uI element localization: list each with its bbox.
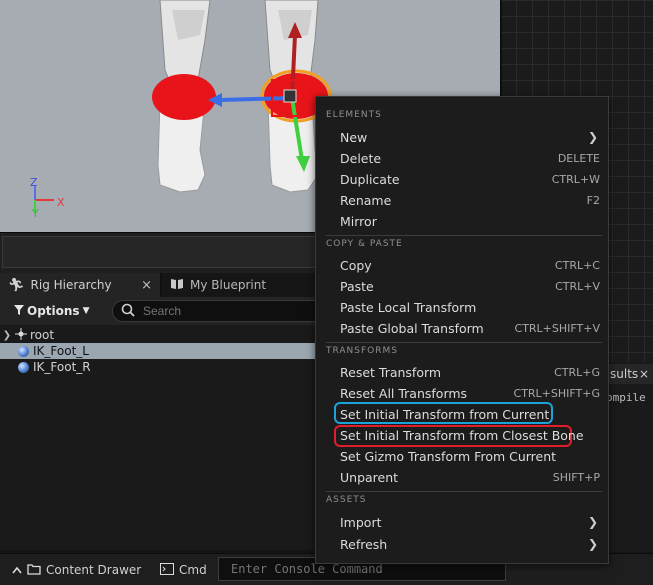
- terminal-icon: [160, 562, 174, 578]
- tree-item-root[interactable]: ❯ root: [0, 327, 330, 343]
- menu-item-paste-global-transform[interactable]: Paste Global Transform CTRL+SHIFT+V: [340, 318, 602, 338]
- menu-item-label: Delete: [340, 150, 382, 166]
- menu-item-label: Reset All Transforms: [340, 385, 468, 401]
- menu-item-label: Unparent: [340, 469, 399, 485]
- chevron-down-icon: ▼: [82, 306, 90, 316]
- menu-separator: [326, 491, 602, 492]
- chevron-right-icon: ❯: [587, 537, 598, 551]
- content-drawer-button[interactable]: Content Drawer: [12, 560, 141, 580]
- section-title-copy-paste: COPY & PASTE: [326, 239, 403, 249]
- menu-item-shortcut: F2: [586, 193, 600, 207]
- menu-item-mirror[interactable]: Mirror: [340, 211, 602, 231]
- null-icon: [14, 327, 30, 344]
- menu-item-duplicate[interactable]: Duplicate CTRL+W: [340, 169, 602, 189]
- menu-item-delete[interactable]: Delete DELETE: [340, 148, 602, 168]
- axis-z-label: Z: [30, 176, 38, 189]
- menu-item-label: Paste Global Transform: [340, 320, 484, 336]
- menu-item-label: Duplicate: [340, 171, 400, 187]
- options-button[interactable]: Options ▼: [14, 301, 90, 321]
- tree-item-ik-foot-l[interactable]: IK_Foot_L: [0, 343, 330, 359]
- menu-item-set-gizmo-transform-from-current[interactable]: Set Gizmo Transform From Current: [340, 446, 602, 466]
- menu-item-new[interactable]: New ❯: [340, 127, 602, 147]
- menu-item-shortcut: CTRL+W: [551, 172, 600, 186]
- cmd-button[interactable]: Cmd: [160, 560, 207, 580]
- tab-label: Rig Hierarchy: [30, 278, 112, 292]
- tree-item-label: root: [30, 328, 55, 342]
- section-title-transforms: TRANSFORMS: [326, 346, 398, 356]
- menu-item-unparent[interactable]: Unparent SHIFT+P: [340, 467, 602, 487]
- cmd-label: Cmd: [179, 563, 207, 577]
- tab-my-blueprint[interactable]: My Blueprint: [162, 273, 322, 297]
- menu-item-shortcut: CTRL+SHIFT+G: [513, 386, 600, 400]
- menu-item-paste[interactable]: Paste CTRL+V: [340, 276, 602, 296]
- tree-item-label: IK_Foot_R: [33, 360, 91, 374]
- menu-item-label: Paste: [340, 278, 374, 294]
- running-figure-icon: 🏃︎: [8, 277, 25, 293]
- menu-item-label: Reset Transform: [340, 364, 442, 380]
- menu-item-shortcut: SHIFT+P: [552, 470, 600, 484]
- section-title-elements: ELEMENTS: [326, 110, 382, 120]
- chevron-right-icon: ❯: [587, 515, 598, 529]
- menu-item-label: Copy: [340, 257, 372, 273]
- menu-item-label: Paste Local Transform: [340, 299, 477, 315]
- control-icon: [18, 345, 29, 357]
- chevron-right-icon[interactable]: ❯: [0, 330, 14, 341]
- menu-item-paste-local-transform[interactable]: Paste Local Transform: [340, 297, 602, 317]
- menu-item-set-initial-transform-from-closest-bone[interactable]: Set Initial Transform from Closest Bone: [340, 425, 602, 445]
- menu-item-label: Mirror: [340, 213, 377, 229]
- menu-item-shortcut: CTRL+C: [554, 258, 600, 272]
- filter-icon: [14, 304, 24, 318]
- menu-item-label: Set Gizmo Transform From Current: [340, 448, 557, 464]
- tree-item-ik-foot-r[interactable]: IK_Foot_R: [0, 359, 330, 375]
- search-box[interactable]: [112, 300, 332, 322]
- menu-item-set-initial-transform-from-current[interactable]: Set Initial Transform from Current: [340, 404, 602, 424]
- tab-compiler-results[interactable]: sults ×: [606, 364, 653, 384]
- content-drawer-label: Content Drawer: [46, 563, 142, 577]
- book-icon: [170, 278, 184, 293]
- menu-item-shortcut: CTRL+V: [555, 279, 600, 293]
- close-icon[interactable]: ×: [639, 367, 649, 381]
- tab-label: sults: [610, 367, 639, 381]
- search-icon: [121, 303, 135, 320]
- menu-item-shortcut: DELETE: [557, 151, 600, 165]
- axis-x-label: X: [57, 196, 65, 209]
- menu-item-reset-transform[interactable]: Reset Transform CTRL+G: [340, 362, 602, 382]
- compile-message: ompile: [606, 391, 646, 404]
- search-input[interactable]: [141, 303, 295, 319]
- menu-item-copy[interactable]: Copy CTRL+C: [340, 255, 602, 275]
- menu-item-shortcut: CTRL+G: [554, 365, 600, 379]
- menu-item-rename[interactable]: Rename F2: [340, 190, 602, 210]
- menu-item-shortcut: CTRL+SHIFT+V: [514, 321, 600, 335]
- menu-item-refresh[interactable]: Refresh ❯: [340, 534, 602, 554]
- axis-y-label: Y: [31, 207, 39, 220]
- tree-item-label: IK_Foot_L: [33, 344, 89, 358]
- tab-rig-hierarchy[interactable]: 🏃︎ Rig Hierarchy ×: [0, 273, 160, 297]
- options-label: Options: [27, 304, 80, 318]
- menu-separator: [326, 235, 602, 236]
- menu-separator: [326, 342, 602, 343]
- control-icon: [18, 361, 29, 373]
- menu-item-reset-all-transforms[interactable]: Reset All Transforms CTRL+SHIFT+G: [340, 383, 602, 403]
- menu-item-label: Set Initial Transform from Current: [340, 406, 550, 422]
- section-title-assets: ASSETS: [326, 495, 367, 505]
- menu-item-label: Refresh: [340, 536, 388, 552]
- menu-item-import[interactable]: Import ❯: [340, 512, 602, 532]
- tab-label: My Blueprint: [190, 278, 267, 292]
- chevron-up-icon: [12, 563, 22, 577]
- chevron-right-icon: ❯: [587, 130, 598, 144]
- folder-icon: [27, 563, 41, 578]
- menu-item-label: Rename: [340, 192, 392, 208]
- close-icon[interactable]: ×: [141, 278, 152, 293]
- menu-item-label: Import: [340, 514, 382, 530]
- menu-item-label: Set Initial Transform from Closest Bone: [340, 427, 584, 443]
- menu-item-label: New: [340, 129, 368, 145]
